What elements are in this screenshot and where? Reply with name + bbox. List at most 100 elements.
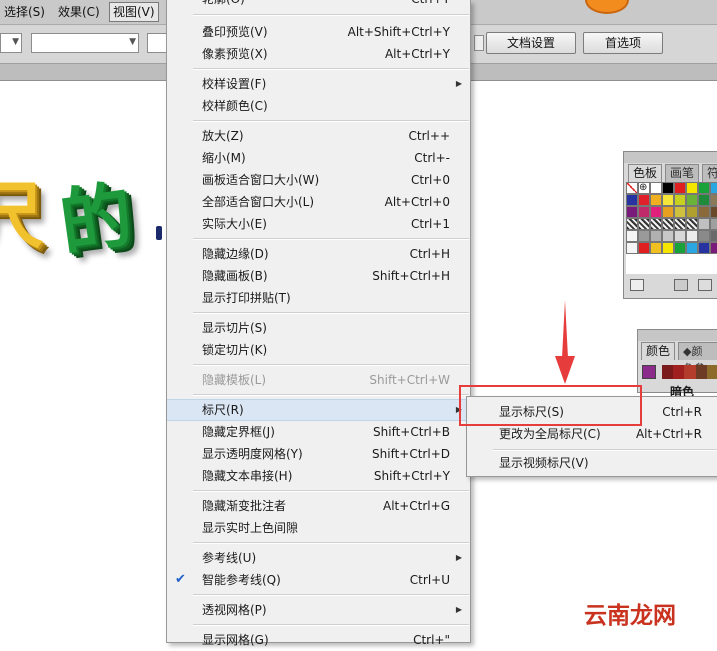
swatch[interactable] [710, 194, 717, 206]
menu-separator [193, 594, 469, 596]
menu-item-实际大小[interactable]: 实际大小(E) Ctrl+1 [167, 213, 470, 235]
menu-item-change-to-global-rulers[interactable]: 更改为全局标尺(C) Alt+Ctrl+R [467, 423, 717, 445]
menu-item-透视网格[interactable]: 透视网格(P) ▶ [167, 599, 470, 621]
artwork-yellow-character: 尺 [0, 174, 45, 258]
swatch[interactable] [662, 242, 674, 254]
swatch[interactable] [698, 218, 710, 230]
menu-item-校样设置[interactable]: 校样设置(F) ▶ [167, 73, 470, 95]
swatch[interactable] [710, 218, 717, 230]
swatch[interactable] [650, 182, 662, 194]
menu-item-隐藏文本串接[interactable]: 隐藏文本串接(H) Shift+Ctrl+Y [167, 465, 470, 487]
menu-item-锁定切片[interactable]: 锁定切片(K) [167, 339, 470, 361]
menu-view[interactable]: 视图(V) [109, 2, 159, 22]
submenu-arrow-icon: ▶ [455, 553, 462, 562]
control-stepper[interactable] [474, 35, 484, 51]
swatch[interactable] [638, 194, 650, 206]
swatch[interactable] [710, 230, 717, 242]
show-kinds-icon[interactable] [674, 279, 688, 291]
swatch[interactable] [674, 242, 686, 254]
swatch[interactable] [674, 206, 686, 218]
swatch[interactable]: ⊕ [638, 182, 650, 194]
swatch[interactable] [650, 218, 662, 230]
preferences-button[interactable]: 首选项 [583, 32, 663, 54]
swatch[interactable] [674, 230, 686, 242]
menu-item-放大[interactable]: 放大(Z) Ctrl++ [167, 125, 470, 147]
menu-item-智能参考线[interactable]: ✔ 智能参考线(Q) Ctrl+U [167, 569, 470, 591]
swatch[interactable] [686, 242, 698, 254]
menu-item-标尺[interactable]: 标尺(R) ▶ [167, 399, 470, 421]
document-setup-button[interactable]: 文档设置 [486, 32, 576, 54]
swatch[interactable] [686, 194, 698, 206]
swatch[interactable] [638, 218, 650, 230]
swatch[interactable] [698, 242, 710, 254]
menu-item-显示透明度网格[interactable]: 显示透明度网格(Y) Shift+Ctrl+D [167, 443, 470, 465]
menu-item-显示网格[interactable]: 显示网格(G) Ctrl+" [167, 629, 470, 651]
swatch[interactable] [674, 182, 686, 194]
swatch[interactable] [710, 182, 717, 194]
menu-item-轮廓[interactable]: 轮廓(O) Ctrl+Y [167, 0, 470, 10]
swatch[interactable] [662, 182, 674, 194]
swatch[interactable] [650, 194, 662, 206]
swatch[interactable] [638, 242, 650, 254]
menu-item-全部适合窗口大小[interactable]: 全部适合窗口大小(L) Alt+Ctrl+0 [167, 191, 470, 213]
swatch[interactable] [626, 218, 638, 230]
menu-select[interactable]: 选择(S) [1, 3, 48, 21]
swatch[interactable] [626, 182, 638, 194]
menu-separator [193, 624, 469, 626]
menu-item-显示实时上色间隙[interactable]: 显示实时上色间隙 [167, 517, 470, 539]
swatch[interactable] [698, 182, 710, 194]
swatch[interactable] [650, 230, 662, 242]
swatch[interactable] [710, 242, 717, 254]
menu-item-隐藏边缘[interactable]: 隐藏边缘(D) Ctrl+H [167, 243, 470, 265]
swatch[interactable] [662, 218, 674, 230]
swatch[interactable] [698, 194, 710, 206]
swatch[interactable] [662, 230, 674, 242]
menu-item-隐藏画板[interactable]: 隐藏画板(B) Shift+Ctrl+H [167, 265, 470, 287]
menu-item-缩小[interactable]: 缩小(M) Ctrl+- [167, 147, 470, 169]
swatch[interactable] [626, 242, 638, 254]
tab-brushes[interactable]: 画笔 [665, 164, 700, 182]
menu-item-隐藏定界框[interactable]: 隐藏定界框(J) Shift+Ctrl+B [167, 421, 470, 443]
swatch[interactable] [686, 230, 698, 242]
swatch[interactable] [650, 206, 662, 218]
menu-item-show-video-rulers[interactable]: 显示视频标尺(V) [467, 452, 717, 474]
tab-swatches[interactable]: 色板 [628, 164, 663, 182]
swatch-library-icon[interactable] [630, 279, 644, 291]
menu-item-像素预览[interactable]: 像素预览(X) Alt+Ctrl+Y [167, 43, 470, 65]
control-dropdown-3[interactable] [147, 33, 167, 53]
swatch[interactable] [686, 218, 698, 230]
swatch[interactable] [662, 194, 674, 206]
swatch[interactable] [710, 206, 717, 218]
swatch[interactable] [626, 194, 638, 206]
menu-effect[interactable]: 效果(C) [55, 3, 103, 21]
swatch[interactable] [686, 206, 698, 218]
menu-item-叠印预览[interactable]: 叠印预览(V) Alt+Shift+Ctrl+Y [167, 21, 470, 43]
control-dropdown-2[interactable]: ▼ [31, 33, 139, 53]
menu-item-label: 透视网格(P) [202, 603, 267, 617]
menu-item-显示打印拼贴[interactable]: 显示打印拼贴(T) [167, 287, 470, 309]
menu-item-显示切片[interactable]: 显示切片(S) [167, 317, 470, 339]
swatch[interactable] [698, 230, 710, 242]
swatch[interactable] [662, 206, 674, 218]
swatch[interactable] [674, 194, 686, 206]
swatch[interactable] [650, 242, 662, 254]
swatch-options-icon[interactable] [698, 279, 712, 291]
menu-item-隐藏渐变批注者[interactable]: 隐藏渐变批注者 Alt+Ctrl+G [167, 495, 470, 517]
swatch[interactable] [638, 230, 650, 242]
menu-item-画板适合窗口大小[interactable]: 画板适合窗口大小(W) Ctrl+0 [167, 169, 470, 191]
swatch[interactable] [638, 206, 650, 218]
menu-item-参考线[interactable]: 参考线(U) ▶ [167, 547, 470, 569]
tab-symbols[interactable]: 符 [702, 164, 717, 182]
menu-item-label: 隐藏画板(B) [202, 269, 268, 283]
swatch[interactable] [686, 182, 698, 194]
menu-separator [193, 364, 469, 366]
control-dropdown-1[interactable]: ▼ [0, 33, 22, 53]
tab-color[interactable]: 颜色 [641, 342, 676, 360]
swatch[interactable] [626, 230, 638, 242]
swatch[interactable] [698, 206, 710, 218]
menu-item-校样颜色[interactable]: 校样颜色(C) [167, 95, 470, 117]
fill-swatch[interactable] [642, 365, 656, 379]
swatch[interactable] [674, 218, 686, 230]
tab-color-guide[interactable]: ◆颜色参 [678, 342, 717, 375]
swatch[interactable] [626, 206, 638, 218]
